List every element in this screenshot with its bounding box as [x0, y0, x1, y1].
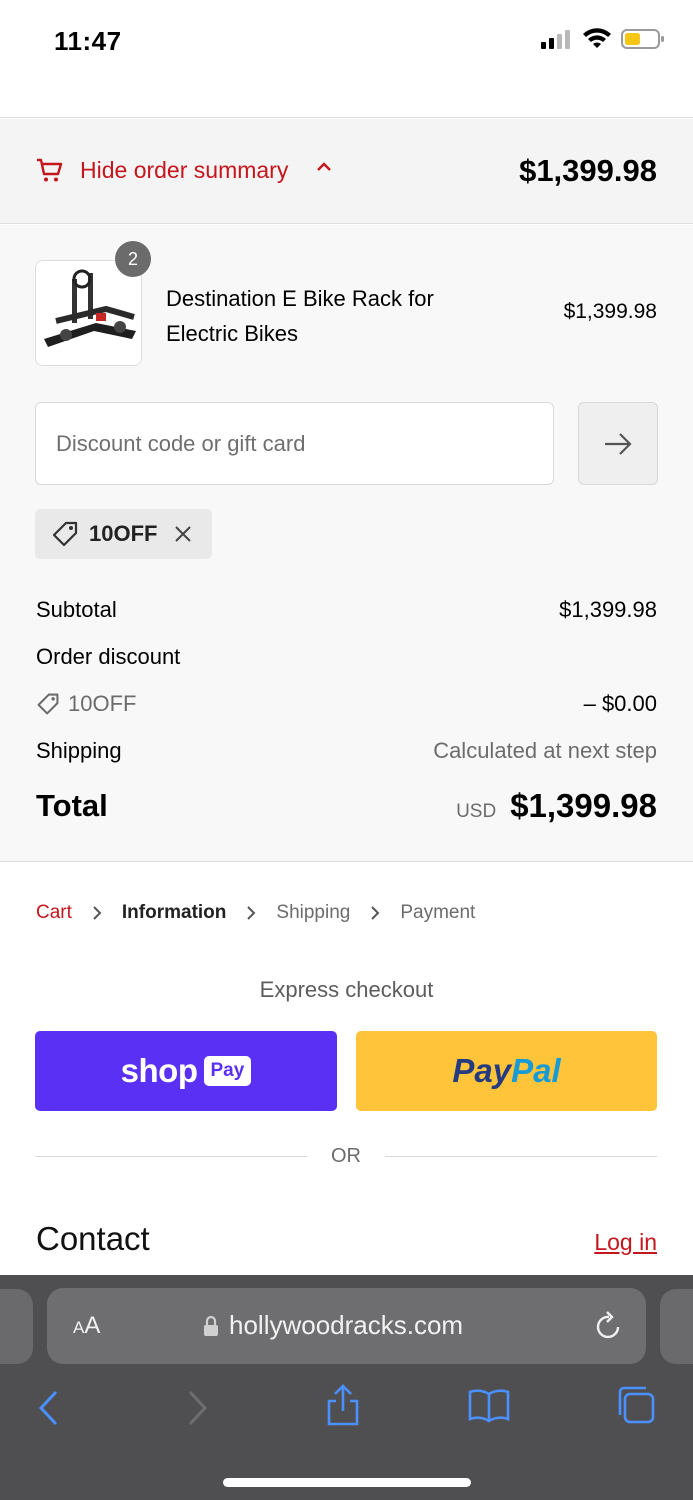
shop-pay-wordmark: shop — [120, 1052, 198, 1089]
breadcrumb: Cart Information Shipping Payment — [36, 902, 475, 924]
paypal-wordmark-pay: Pay — [452, 1052, 512, 1089]
shipping-row: Shipping Calculated at next step — [36, 738, 657, 764]
paypal-wordmark-pal: Pal — [511, 1052, 561, 1089]
aa-big: A — [84, 1312, 101, 1339]
total-amount: $1,399.98 — [510, 787, 657, 824]
shop-pay-box: Pay — [203, 1056, 252, 1086]
hide-order-summary-label[interactable]: Hide order summary — [80, 157, 288, 184]
paypal-button[interactable]: Pay Pal — [356, 1031, 657, 1111]
express-checkout-title: Express checkout — [259, 977, 434, 1002]
quantity-badge: 2 — [115, 241, 151, 277]
breadcrumb-information: Information — [121, 902, 227, 923]
bookmarks-icon[interactable] — [467, 1387, 511, 1423]
subtotal-row: Subtotal $1,399.98 — [36, 597, 657, 623]
cart-icon — [37, 158, 63, 182]
status-time: 11:47 — [54, 26, 122, 56]
forward-icon[interactable] — [186, 1389, 210, 1427]
url-display[interactable]: hollywoodracks.com — [203, 1310, 463, 1341]
breadcrumb-shipping: Shipping — [276, 902, 351, 923]
url-text: hollywoodracks.com — [229, 1310, 464, 1340]
discount-value: – $0.00 — [583, 691, 657, 716]
share-icon[interactable] — [325, 1383, 361, 1427]
subtotal-value: $1,399.98 — [559, 597, 657, 622]
discount-code-group: 10OFF — [36, 691, 136, 717]
product-price: $1,399.98 — [563, 300, 657, 323]
address-bar[interactable]: AA hollywoodracks.com — [47, 1288, 646, 1364]
subtotal-label: Subtotal — [36, 597, 117, 622]
or-divider: OR — [35, 1145, 657, 1168]
shipping-label: Shipping — [36, 738, 122, 763]
contact-heading: Contact — [36, 1220, 150, 1257]
chevron-right-icon — [92, 905, 102, 921]
reader-settings-button[interactable]: AA — [73, 1312, 100, 1340]
shop-pay-button[interactable]: shop Pay — [35, 1031, 337, 1111]
divider-line — [385, 1156, 657, 1157]
shipping-value: Calculated at next step — [433, 738, 657, 763]
cellular-signal-icon — [541, 30, 570, 49]
battery-icon — [621, 29, 664, 49]
discount-code-input[interactable] — [35, 402, 554, 485]
breadcrumb-payment: Payment — [400, 902, 476, 923]
order-summary: 2 Destination E Bike Rack for Electric B… — [0, 225, 693, 862]
remove-discount-icon[interactable] — [173, 524, 193, 544]
bike-rack-image — [36, 261, 141, 365]
tabs-icon[interactable] — [616, 1385, 656, 1425]
chevron-right-icon — [370, 905, 380, 921]
summary-total: $1,399.98 — [519, 153, 657, 188]
apply-discount-button[interactable] — [578, 402, 658, 485]
order-summary-toggle[interactable]: Hide order summary $1,399.98 — [0, 119, 693, 224]
applied-discount-chip: 10OFF — [35, 509, 212, 559]
applied-discount-code: 10OFF — [89, 521, 158, 546]
back-icon[interactable] — [36, 1389, 60, 1427]
total-group: USD $1,399.98 — [456, 787, 657, 825]
discount-code-row: 10OFF – $0.00 — [36, 691, 657, 717]
next-tab-peek[interactable] — [660, 1289, 693, 1364]
tag-icon — [37, 693, 59, 715]
previous-tab-peek[interactable] — [0, 1289, 33, 1364]
tag-icon — [52, 521, 78, 547]
total-label: Total — [36, 788, 108, 823]
product-name: Destination E Bike Rack for Electric Bik… — [166, 286, 434, 346]
total-row: Total USD $1,399.98 — [36, 787, 657, 825]
breadcrumb-cart[interactable]: Cart — [36, 902, 72, 924]
aa-small: A — [73, 1318, 85, 1337]
status-icons — [541, 28, 665, 50]
divider-line — [35, 1156, 307, 1157]
wifi-icon — [583, 28, 611, 48]
browser-bottom-bar: AA hollywoodracks.com — [0, 1275, 693, 1500]
discount-code-text: 10OFF — [68, 691, 137, 716]
order-discount-row: Order discount — [36, 644, 657, 670]
or-text: OR — [331, 1145, 361, 1167]
chevron-right-icon — [246, 905, 256, 921]
chevron-up-icon — [317, 162, 331, 171]
order-discount-label: Order discount — [36, 644, 181, 669]
browser-toolbar — [0, 1381, 693, 1441]
arrow-right-icon — [605, 432, 632, 455]
lock-icon — [204, 1315, 218, 1336]
reload-icon[interactable] — [594, 1310, 624, 1342]
log-in-link[interactable]: Log in — [594, 1229, 657, 1256]
home-indicator[interactable] — [223, 1478, 471, 1487]
status-bar: 11:47 — [0, 0, 693, 118]
currency-code: USD — [456, 801, 497, 822]
